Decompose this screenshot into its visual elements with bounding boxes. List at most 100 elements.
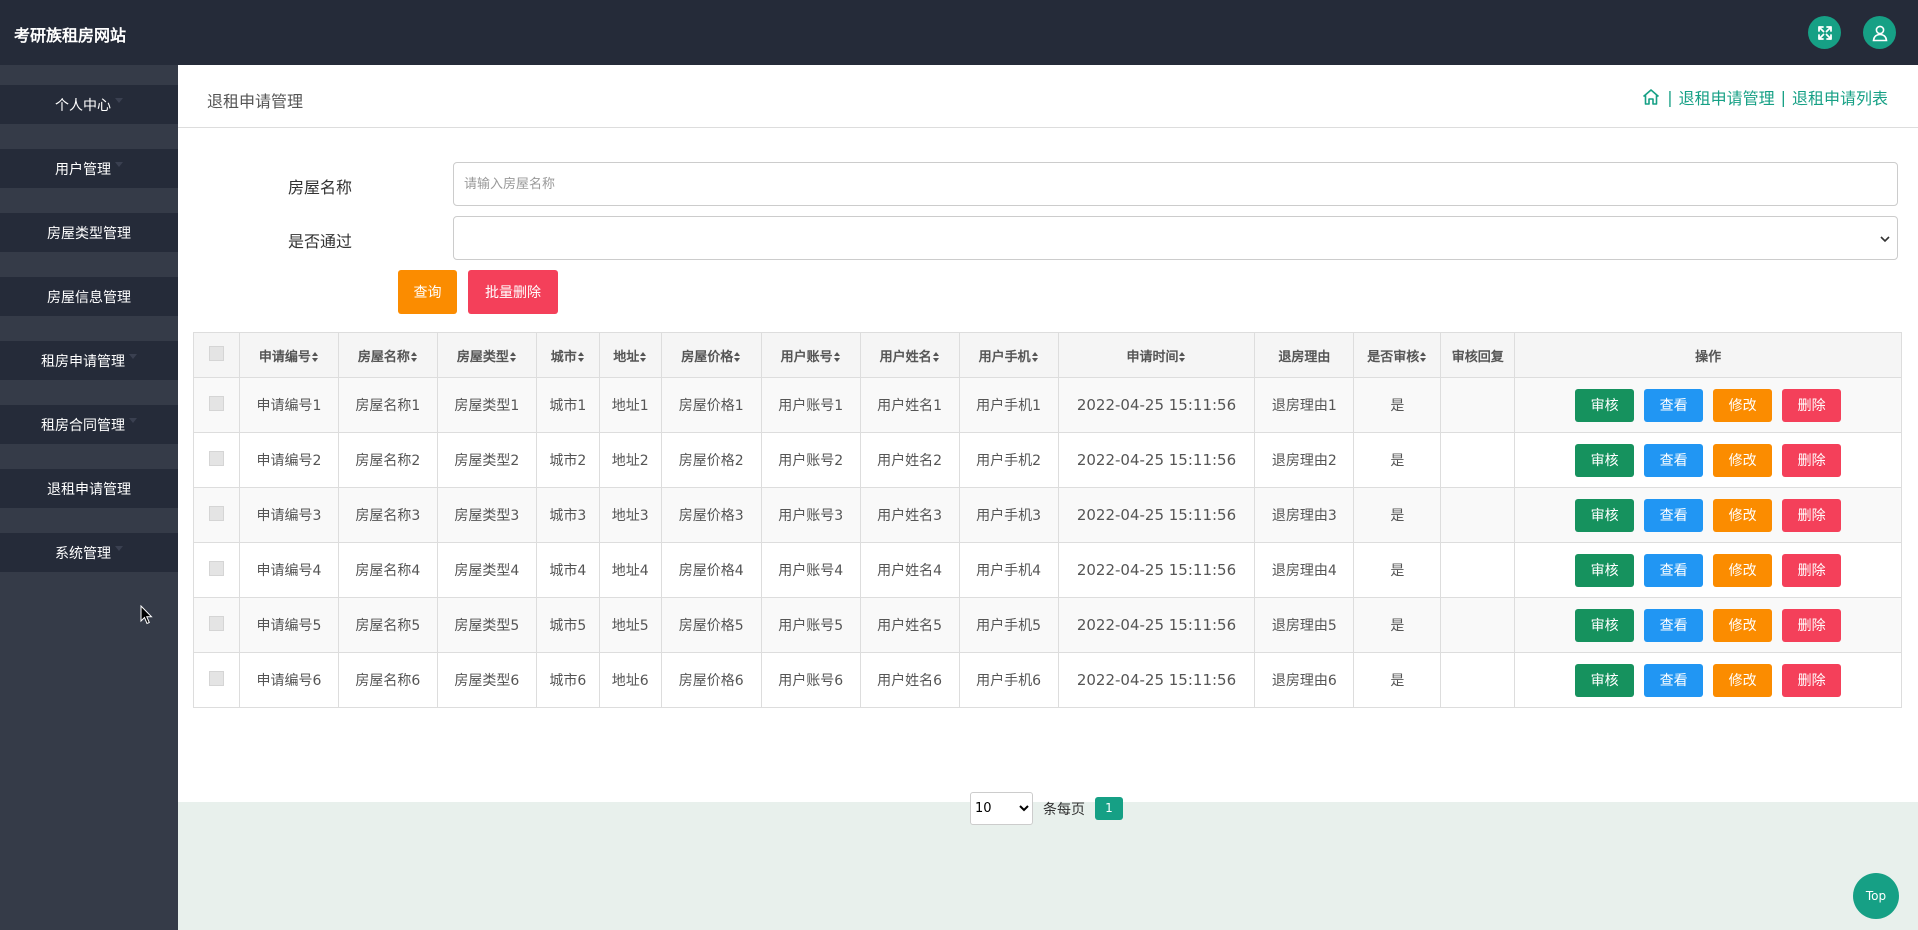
column-header[interactable]: 城市 [535, 332, 600, 378]
column-header[interactable]: 用户手机 [958, 332, 1059, 378]
audit-button[interactable]: 审核 [1575, 553, 1635, 587]
view-button[interactable]: 查看 [1644, 608, 1704, 642]
edit-button[interactable]: 修改 [1713, 553, 1773, 587]
fullscreen-icon [1817, 25, 1832, 40]
row-checkbox[interactable] [208, 560, 224, 576]
table-cell: 用户手机3 [958, 487, 1059, 543]
page-size-select[interactable]: 10 [970, 792, 1033, 825]
delete-button[interactable]: 删除 [1782, 663, 1842, 697]
home-icon[interactable] [1641, 87, 1661, 107]
table-cell: 退房理由3 [1254, 487, 1355, 543]
table-cell: 退房理由5 [1254, 597, 1355, 653]
column-header[interactable]: 是否审核 [1353, 332, 1442, 378]
fullscreen-button[interactable] [1808, 16, 1841, 49]
query-button[interactable]: 查询 [398, 270, 457, 314]
table-row: 申请编号2 房屋名称2 房屋类型2 城市2 地址2 房屋价格2 用户账号2 用户姓名2 用户手机… [193, 432, 1902, 488]
sidebar-item-label: 退租申请管理 [47, 481, 131, 498]
delete-button[interactable]: 删除 [1782, 608, 1842, 642]
column-header[interactable]: 申请编号 [238, 332, 339, 378]
sidebar-item-label: 房屋类型管理 [47, 225, 131, 242]
view-button[interactable]: 查看 [1644, 663, 1704, 697]
sidebar-item-label: 用户管理 [55, 161, 111, 178]
sidebar-item-system-management[interactable]: 系统管理 [0, 533, 178, 572]
batch-delete-button[interactable]: 批量删除 [468, 270, 558, 314]
view-button[interactable]: 查看 [1644, 388, 1704, 422]
user-menu-button[interactable] [1863, 16, 1896, 49]
row-actions-cell: 审核 查看 修改 删除 [1514, 597, 1902, 653]
table-cell: 地址1 [598, 377, 662, 433]
audit-button[interactable]: 审核 [1575, 608, 1635, 642]
table-cell: 用户手机5 [958, 597, 1059, 653]
audit-button[interactable]: 审核 [1575, 663, 1635, 697]
sidebar-item-house-info-management[interactable]: 房屋信息管理 [0, 277, 178, 316]
select-all-cell [193, 332, 240, 378]
row-checkbox[interactable] [208, 505, 224, 521]
select-all-checkbox[interactable] [208, 345, 224, 361]
pagination: 10 条每页 1 [970, 792, 1123, 825]
column-header[interactable]: 地址 [598, 332, 662, 378]
sidebar-item-house-type-management[interactable]: 房屋类型管理 [0, 213, 178, 252]
row-checkbox[interactable] [208, 450, 224, 466]
caret-down-icon [129, 354, 137, 359]
table-cell: 城市2 [535, 432, 600, 488]
table-row: 申请编号3 房屋名称3 房屋类型3 城市3 地址3 房屋价格3 用户账号3 用户姓名3 用户手机… [193, 487, 1902, 543]
column-header[interactable]: 房屋类型 [436, 332, 537, 378]
delete-button[interactable]: 删除 [1782, 443, 1842, 477]
edit-button[interactable]: 修改 [1713, 663, 1773, 697]
breadcrumb-level2[interactable]: 退租申请列表 [1792, 85, 1888, 109]
breadcrumb-level1[interactable]: 退租申请管理 [1679, 85, 1775, 109]
row-checkbox[interactable] [208, 670, 224, 686]
table-cell: 房屋名称5 [337, 597, 438, 653]
delete-button[interactable]: 删除 [1782, 498, 1842, 532]
checkout-application-table: 申请编号 房屋名称 房屋类型 城市 地址 房屋价格 用户账号 用户姓名 用户手机… [193, 332, 1902, 708]
back-to-top-button[interactable]: Top [1853, 873, 1899, 919]
sidebar-item-checkout-application-management[interactable]: 退租申请管理 [0, 469, 178, 508]
table-cell [1440, 487, 1516, 543]
view-button[interactable]: 查看 [1644, 443, 1704, 477]
table-cell: 房屋类型5 [436, 597, 537, 653]
view-button[interactable]: 查看 [1644, 498, 1704, 532]
row-checkbox[interactable] [208, 615, 224, 631]
sidebar-item-rental-application-management[interactable]: 租房申请管理 [0, 341, 178, 380]
table-row: 申请编号5 房屋名称5 房屋类型5 城市5 地址5 房屋价格5 用户账号5 用户姓名5 用户手机… [193, 597, 1902, 653]
table-cell: 房屋名称4 [337, 542, 438, 598]
column-header[interactable]: 用户姓名 [859, 332, 960, 378]
sidebar-item-personal-center[interactable]: 个人中心 [0, 85, 178, 124]
table-cell: 房屋价格2 [660, 432, 762, 488]
approved-select[interactable] [453, 216, 1898, 260]
edit-button[interactable]: 修改 [1713, 388, 1773, 422]
row-select-cell [193, 487, 240, 543]
table-cell: 城市3 [535, 487, 600, 543]
table-cell [1440, 432, 1516, 488]
table-cell: 是 [1353, 542, 1442, 598]
delete-button[interactable]: 删除 [1782, 553, 1842, 587]
sidebar-item-label: 房屋信息管理 [47, 289, 131, 306]
column-header[interactable]: 房屋名称 [337, 332, 438, 378]
house-name-label: 房屋名称 [288, 178, 353, 197]
row-actions-cell: 审核 查看 修改 删除 [1514, 542, 1902, 598]
table-cell: 房屋类型3 [436, 487, 537, 543]
audit-button[interactable]: 审核 [1575, 498, 1635, 532]
sort-icon [311, 352, 319, 362]
app-title: 考研族租房网站 [14, 26, 127, 45]
table-cell: 地址4 [598, 542, 662, 598]
page-button-current[interactable]: 1 [1095, 797, 1123, 820]
sidebar-item-rental-contract-management[interactable]: 租房合同管理 [0, 405, 178, 444]
sidebar-item-user-management[interactable]: 用户管理 [0, 149, 178, 188]
column-header: 审核回复 [1440, 332, 1516, 378]
table-cell: 房屋价格5 [660, 597, 762, 653]
column-header[interactable]: 房屋价格 [660, 332, 762, 378]
edit-button[interactable]: 修改 [1713, 443, 1773, 477]
table-cell: 用户手机2 [958, 432, 1059, 488]
view-button[interactable]: 查看 [1644, 553, 1704, 587]
row-checkbox[interactable] [208, 395, 224, 411]
audit-button[interactable]: 审核 [1575, 388, 1635, 422]
column-header[interactable]: 申请时间 [1057, 332, 1256, 378]
house-name-input[interactable] [453, 162, 1898, 206]
audit-button[interactable]: 审核 [1575, 443, 1635, 477]
table-cell: 退房理由1 [1254, 377, 1355, 433]
delete-button[interactable]: 删除 [1782, 388, 1842, 422]
column-header[interactable]: 用户账号 [760, 332, 861, 378]
edit-button[interactable]: 修改 [1713, 608, 1773, 642]
edit-button[interactable]: 修改 [1713, 498, 1773, 532]
